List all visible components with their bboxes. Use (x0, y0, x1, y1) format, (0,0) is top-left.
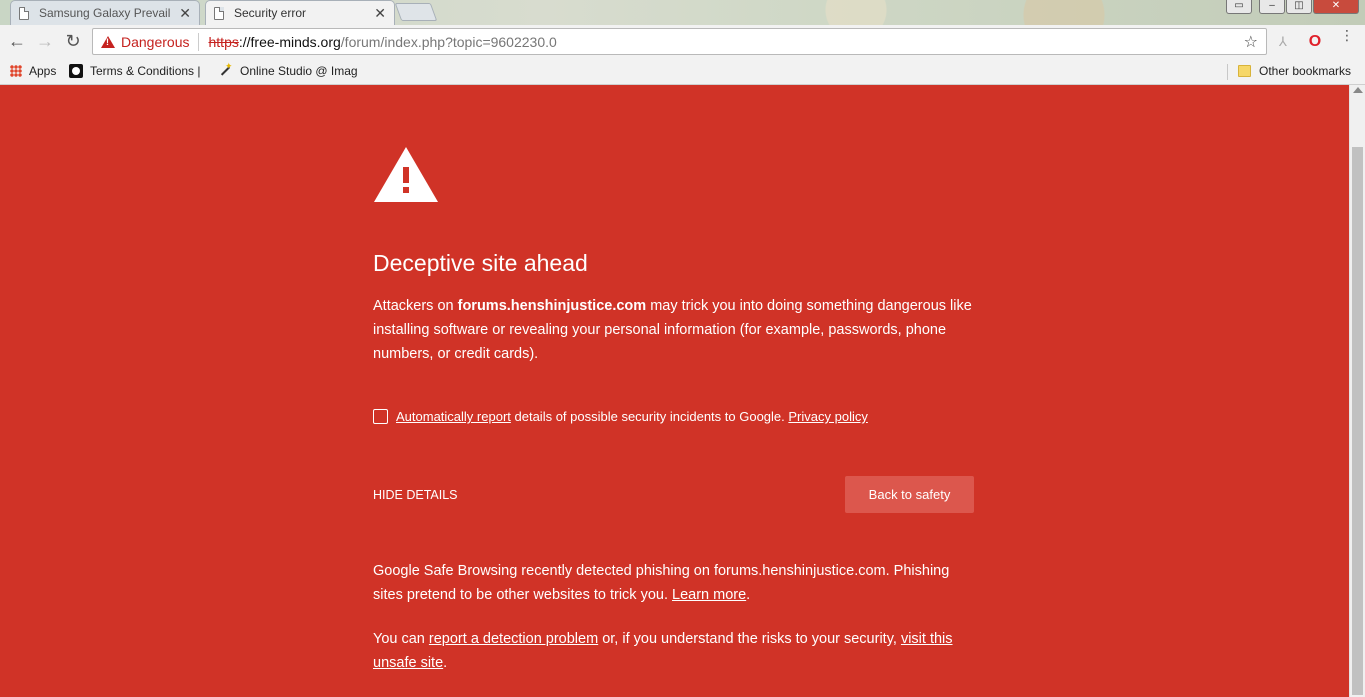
tab-title: Security error (234, 6, 307, 20)
opera-extension-icon[interactable]: O (1307, 34, 1323, 50)
safe-browsing-interstitial: Deceptive site ahead Attackers on forums… (373, 145, 974, 675)
tab-close-icon[interactable]: ✕ (374, 5, 386, 22)
address-bar[interactable]: Dangerous https ://free-minds.org /forum… (92, 28, 1267, 55)
details-text: or, if you understand the risks to your … (598, 631, 901, 647)
tab-samsung[interactable]: Samsung Galaxy Prevail T ✕ (10, 0, 200, 25)
automatically-report-link[interactable]: Automatically report (396, 409, 511, 424)
close-window-button[interactable]: ✕ (1313, 0, 1359, 14)
document-icon (19, 6, 29, 20)
bookmark-star-icon[interactable]: ☆ (1244, 32, 1258, 52)
security-status-label[interactable]: Dangerous (121, 34, 190, 50)
bookmarks-bar: Apps Terms & Conditions | Online Studio … (0, 59, 1365, 85)
minimize-button[interactable]: – (1259, 0, 1285, 14)
bookmark-label: Apps (29, 64, 57, 78)
extended-reporting-checkbox[interactable] (373, 409, 388, 424)
extended-reporting-optin: Automatically report details of possible… (373, 409, 973, 424)
bookmarks-divider (1227, 64, 1228, 80)
details-paragraph: Google Safe Browsing recently detected p… (373, 559, 973, 607)
action-row: Hide details Back to safety (373, 476, 974, 514)
browser-toolbar: ← → ↻ Dangerous https ://free-minds.org … (0, 25, 1365, 59)
tab-security-error[interactable]: Security error ✕ (205, 0, 395, 25)
deceptive-site-name: forums.henshinjustice.com (457, 298, 647, 314)
new-tab-button[interactable] (394, 3, 438, 21)
url-path: /forum/index.php?topic=9602230.0 (340, 33, 557, 50)
omnibox-divider (197, 32, 199, 51)
report-detection-problem-link[interactable]: report a detection problem (429, 631, 598, 647)
tab-title: Samsung Galaxy Prevail T (39, 6, 174, 20)
message-text: Attackers on (373, 298, 458, 314)
magic-wand-icon (218, 61, 233, 78)
profile-button[interactable]: ▭ (1226, 0, 1252, 14)
tab-strip: Samsung Galaxy Prevail T ✕ Security erro… (0, 0, 1365, 25)
dangerous-warning-icon[interactable] (101, 35, 115, 48)
page-title: Deceptive site ahead (373, 250, 588, 276)
site-favicon-icon (69, 64, 83, 78)
details-text: Google Safe Browsing recently detected p… (373, 563, 950, 603)
optin-text: details of possible security incidents t… (510, 409, 789, 424)
warning-triangle-icon (373, 145, 439, 203)
url-host: ://free-minds.org (238, 33, 341, 50)
titlebar-background-art (700, 0, 1220, 25)
forward-button[interactable]: → (33, 30, 57, 54)
details-text: . (443, 655, 448, 671)
bookmark-apps[interactable]: Apps (10, 64, 56, 78)
scroll-thumb[interactable] (1352, 147, 1363, 695)
restore-button[interactable]: ◫ (1286, 0, 1312, 14)
folder-icon (1238, 65, 1251, 77)
back-to-safety-button[interactable]: Back to safety (845, 476, 974, 513)
details-text: . (746, 587, 751, 603)
privacy-policy-link[interactable]: Privacy policy (788, 409, 867, 424)
apps-grid-icon (10, 65, 22, 77)
tab-close-icon[interactable]: ✕ (179, 5, 191, 22)
bookmark-other-bookmarks[interactable]: Other bookmarks (1238, 64, 1351, 78)
reload-button[interactable]: ↻ (61, 30, 85, 54)
details-text: You can (373, 631, 429, 647)
page-scrollbar[interactable] (1349, 85, 1365, 697)
pdf-extension-icon[interactable]: ⅄ (1275, 34, 1291, 50)
main-message: Attackers on forums.henshinjustice.com m… (373, 294, 973, 366)
scroll-up-arrow-icon[interactable] (1353, 87, 1363, 93)
bookmark-terms[interactable]: Terms & Conditions | (69, 64, 201, 78)
bookmark-label: Online Studio @ Imag (240, 64, 358, 78)
hide-details-button[interactable]: Hide details (373, 488, 458, 502)
learn-more-link[interactable]: Learn more (672, 587, 746, 603)
details-section: Google Safe Browsing recently detected p… (373, 559, 973, 675)
bookmark-label: Other bookmarks (1259, 64, 1352, 78)
back-button[interactable]: ← (5, 30, 29, 54)
bookmark-label: Terms & Conditions | (90, 64, 201, 78)
bookmark-online-studio[interactable]: Online Studio @ Imag (218, 61, 358, 78)
url-scheme: https (208, 33, 239, 50)
document-icon (214, 6, 224, 20)
browser-menu-icon[interactable]: ⋮ (1340, 28, 1354, 42)
details-paragraph: You can report a detection problem or, i… (373, 627, 973, 675)
